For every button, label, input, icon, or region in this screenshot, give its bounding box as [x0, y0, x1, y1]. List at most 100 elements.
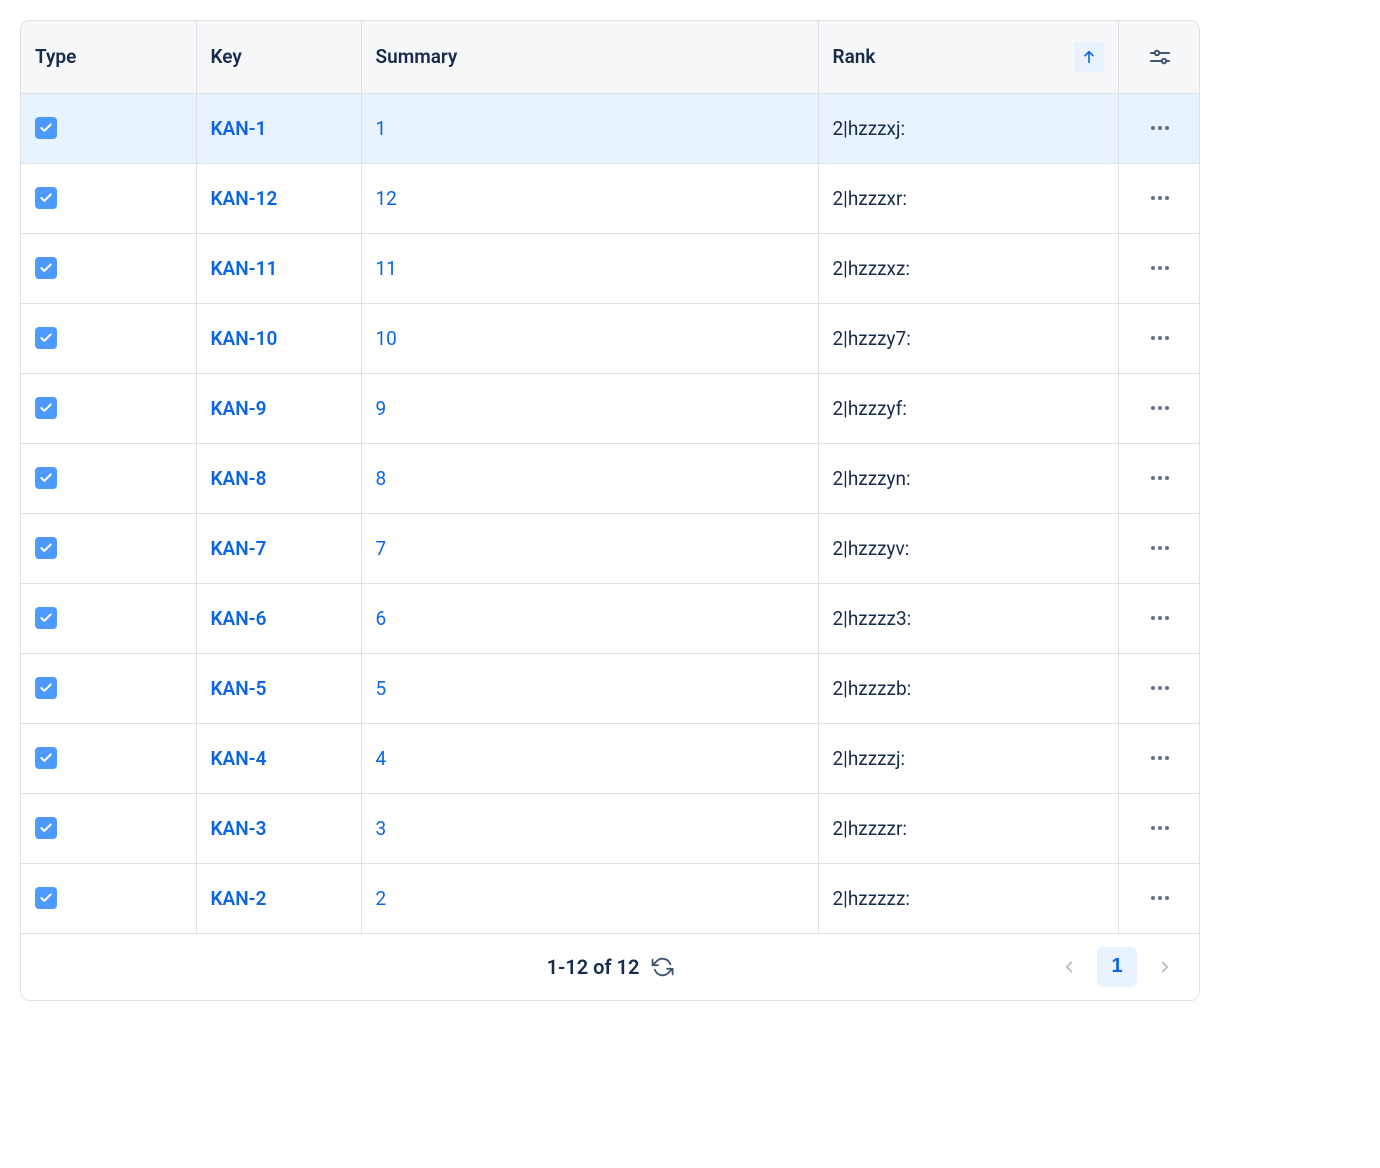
issue-summary-link[interactable]: 2	[376, 887, 387, 910]
more-actions-icon[interactable]	[1143, 741, 1177, 775]
cell-key: KAN-3	[196, 793, 361, 863]
issue-summary-link[interactable]: 7	[376, 537, 387, 560]
cell-type	[21, 793, 196, 863]
rank-value: 2|hzzzz3:	[833, 607, 912, 630]
cell-type	[21, 163, 196, 233]
more-actions-icon[interactable]	[1143, 601, 1177, 635]
issue-key-link[interactable]: KAN-3	[211, 817, 267, 840]
column-header-rank[interactable]: Rank	[818, 21, 1118, 93]
issue-key-link[interactable]: KAN-1	[211, 117, 267, 140]
issue-key-link[interactable]: KAN-4	[211, 747, 267, 770]
table-row[interactable]: KAN-1 1 2|hzzzxj:	[21, 93, 1200, 163]
cell-rank: 2|hzzzzr:	[818, 793, 1118, 863]
task-type-icon	[35, 817, 57, 839]
cell-rank: 2|hzzzy7:	[818, 303, 1118, 373]
cell-actions	[1118, 443, 1200, 513]
cell-rank: 2|hzzzzz:	[818, 863, 1118, 933]
column-label: Summary	[376, 45, 458, 68]
table-row[interactable]: KAN-11 11 2|hzzzxz:	[21, 233, 1200, 303]
rank-value: 2|hzzzxj:	[833, 117, 906, 140]
cell-rank: 2|hzzzzj:	[818, 723, 1118, 793]
refresh-icon[interactable]	[651, 956, 673, 978]
issue-key-link[interactable]: KAN-11	[211, 257, 278, 280]
issue-summary-link[interactable]: 3	[376, 817, 387, 840]
issue-key-link[interactable]: KAN-9	[211, 397, 267, 420]
task-type-icon	[35, 187, 57, 209]
table-row[interactable]: KAN-882|hzzzyn:	[21, 443, 1200, 513]
cell-key: KAN-1	[196, 93, 361, 163]
table-row[interactable]: KAN-5 5 2|hzzzzb:	[21, 653, 1200, 723]
sort-ascending-icon[interactable]	[1074, 42, 1104, 72]
cell-key: KAN-8	[196, 443, 361, 513]
issue-summary-link[interactable]: 4	[376, 747, 387, 770]
issue-key-link[interactable]: KAN-10	[211, 327, 278, 350]
issue-key-link[interactable]: KAN-12	[211, 187, 278, 210]
table-row[interactable]: KAN-9 9 2|hzzzyf:	[21, 373, 1200, 443]
cell-summary: 9	[361, 373, 818, 443]
table-row[interactable]: KAN-12 12 2|hzzzxr:	[21, 163, 1200, 233]
cell-summary: 12	[361, 163, 818, 233]
issue-summary-link[interactable]: 5	[376, 677, 387, 700]
more-actions-icon[interactable]	[1143, 531, 1177, 565]
more-actions-icon[interactable]	[1143, 391, 1177, 425]
more-actions-icon[interactable]	[1143, 181, 1177, 215]
issue-summary-link[interactable]: 9	[376, 397, 387, 420]
table-row[interactable]: KAN-7 7 2|hzzzyv:	[21, 513, 1200, 583]
cell-actions	[1118, 233, 1200, 303]
cell-key: KAN-10	[196, 303, 361, 373]
cell-rank: 2|hzzzxz:	[818, 233, 1118, 303]
cell-key: KAN-12	[196, 163, 361, 233]
issue-summary-link[interactable]: 10	[376, 327, 397, 350]
more-actions-icon[interactable]	[1143, 251, 1177, 285]
pagination-next[interactable]	[1145, 947, 1185, 987]
more-actions-icon[interactable]	[1143, 461, 1177, 495]
issue-summary-link[interactable]: 12	[376, 187, 397, 210]
issue-summary-link[interactable]: 1	[376, 117, 387, 140]
column-header-type[interactable]: Type	[21, 21, 196, 93]
pagination-page-1[interactable]: 1	[1097, 947, 1137, 987]
issue-summary-link[interactable]: 6	[376, 607, 387, 630]
column-header-key[interactable]: Key	[196, 21, 361, 93]
cell-actions	[1118, 373, 1200, 443]
cell-summary: 7	[361, 513, 818, 583]
cell-actions	[1118, 653, 1200, 723]
issue-key-link[interactable]: KAN-2	[211, 887, 267, 910]
column-header-actions	[1118, 21, 1200, 93]
cell-rank: 2|hzzzzb:	[818, 653, 1118, 723]
more-actions-icon[interactable]	[1143, 671, 1177, 705]
issue-key-link[interactable]: KAN-6	[211, 607, 267, 630]
issue-key-link[interactable]: KAN-5	[211, 677, 267, 700]
cell-type	[21, 93, 196, 163]
issue-summary-link[interactable]: 8	[376, 467, 387, 490]
table-row[interactable]: KAN-6 6 2|hzzzz3:	[21, 583, 1200, 653]
more-actions-icon[interactable]	[1143, 321, 1177, 355]
issue-key-link[interactable]: KAN-7	[211, 537, 267, 560]
cell-key: KAN-6	[196, 583, 361, 653]
cell-rank: 2|hzzzz3:	[818, 583, 1118, 653]
issues-table: Type Key Summary Rank	[21, 21, 1200, 934]
task-type-icon	[35, 467, 57, 489]
cell-actions	[1118, 863, 1200, 933]
table-row[interactable]: KAN-10 10 2|hzzzy7:	[21, 303, 1200, 373]
more-actions-icon[interactable]	[1143, 111, 1177, 145]
more-actions-icon[interactable]	[1143, 811, 1177, 845]
issue-summary-link[interactable]: 11	[376, 257, 397, 280]
rank-value: 2|hzzzzj:	[833, 747, 906, 770]
pagination-prev[interactable]	[1049, 947, 1089, 987]
cell-summary: 8	[361, 443, 818, 513]
table-header-row: Type Key Summary Rank	[21, 21, 1200, 93]
table-row[interactable]: KAN-4 4 2|hzzzzj:	[21, 723, 1200, 793]
cell-key: KAN-7	[196, 513, 361, 583]
table-row[interactable]: KAN-2 2 2|hzzzzz:	[21, 863, 1200, 933]
table-row[interactable]: KAN-3 3 2|hzzzzr:	[21, 793, 1200, 863]
cell-rank: 2|hzzzyv:	[818, 513, 1118, 583]
cell-rank: 2|hzzzxr:	[818, 163, 1118, 233]
rank-value: 2|hzzzyf:	[833, 397, 907, 420]
column-header-summary[interactable]: Summary	[361, 21, 818, 93]
column-settings-icon[interactable]	[1143, 40, 1177, 74]
more-actions-icon[interactable]	[1143, 881, 1177, 915]
rank-value: 2|hzzzzr:	[833, 817, 908, 840]
cell-actions	[1118, 513, 1200, 583]
cell-actions	[1118, 583, 1200, 653]
issue-key-link[interactable]: KAN-8	[211, 467, 267, 490]
